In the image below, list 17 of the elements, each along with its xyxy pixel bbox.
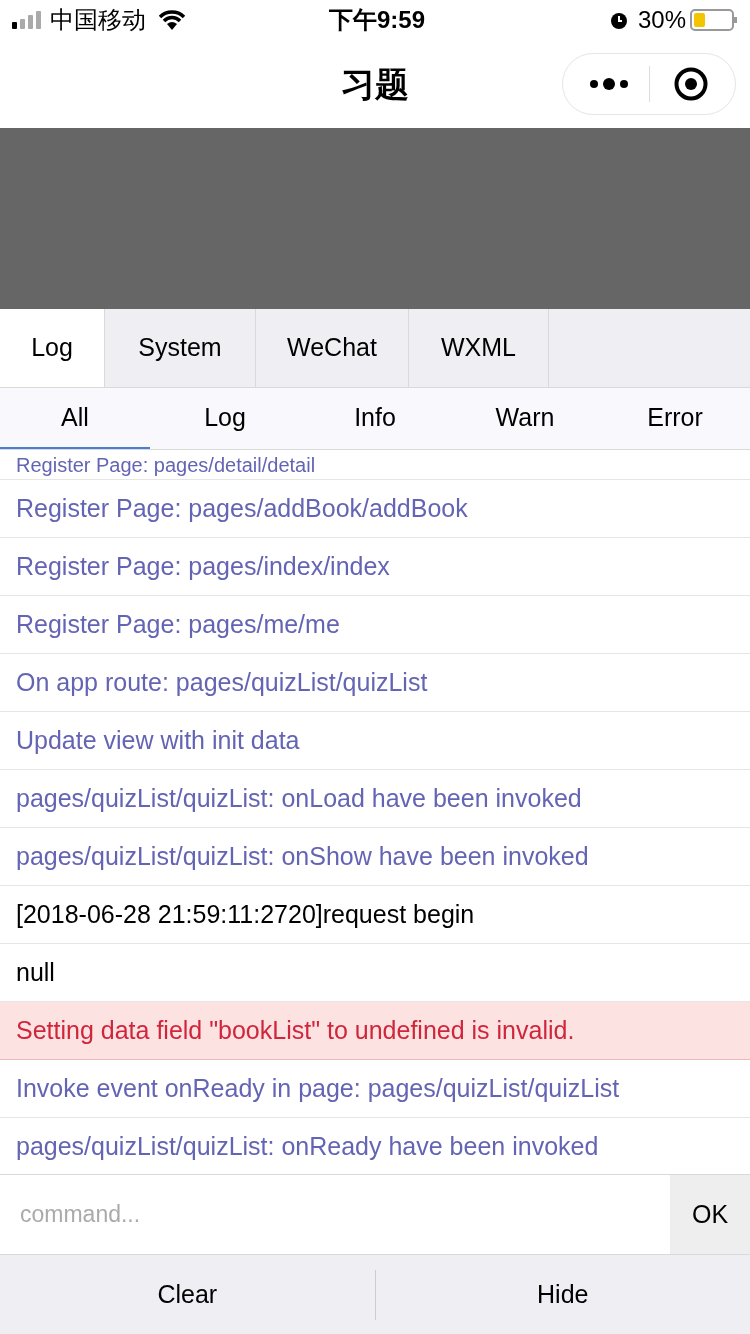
ok-button[interactable]: OK — [670, 1175, 750, 1254]
filter-tab[interactable]: Error — [600, 388, 750, 449]
action-button[interactable]: Clear — [0, 1255, 375, 1334]
status-time: 下午9:59 — [328, 5, 425, 35]
log-entry: Setting data field "bookList" to undefined is invalid. — [0, 1002, 750, 1060]
filter-tab[interactable]: Warn — [450, 388, 600, 449]
action-button[interactable]: Hide — [375, 1255, 750, 1334]
carrier-name: 中国移动 — [50, 5, 146, 35]
more-icon[interactable] — [589, 77, 629, 91]
battery-percent: 30% — [637, 5, 686, 35]
panel-tab[interactable]: Log — [0, 309, 105, 387]
filter-tab[interactable]: Log — [150, 388, 300, 449]
close-target-icon[interactable] — [674, 67, 708, 101]
filter-tab[interactable]: Info — [300, 388, 450, 449]
wifi-icon — [158, 10, 186, 30]
battery-icon — [690, 8, 738, 32]
page-title: 习题 — [340, 63, 410, 105]
